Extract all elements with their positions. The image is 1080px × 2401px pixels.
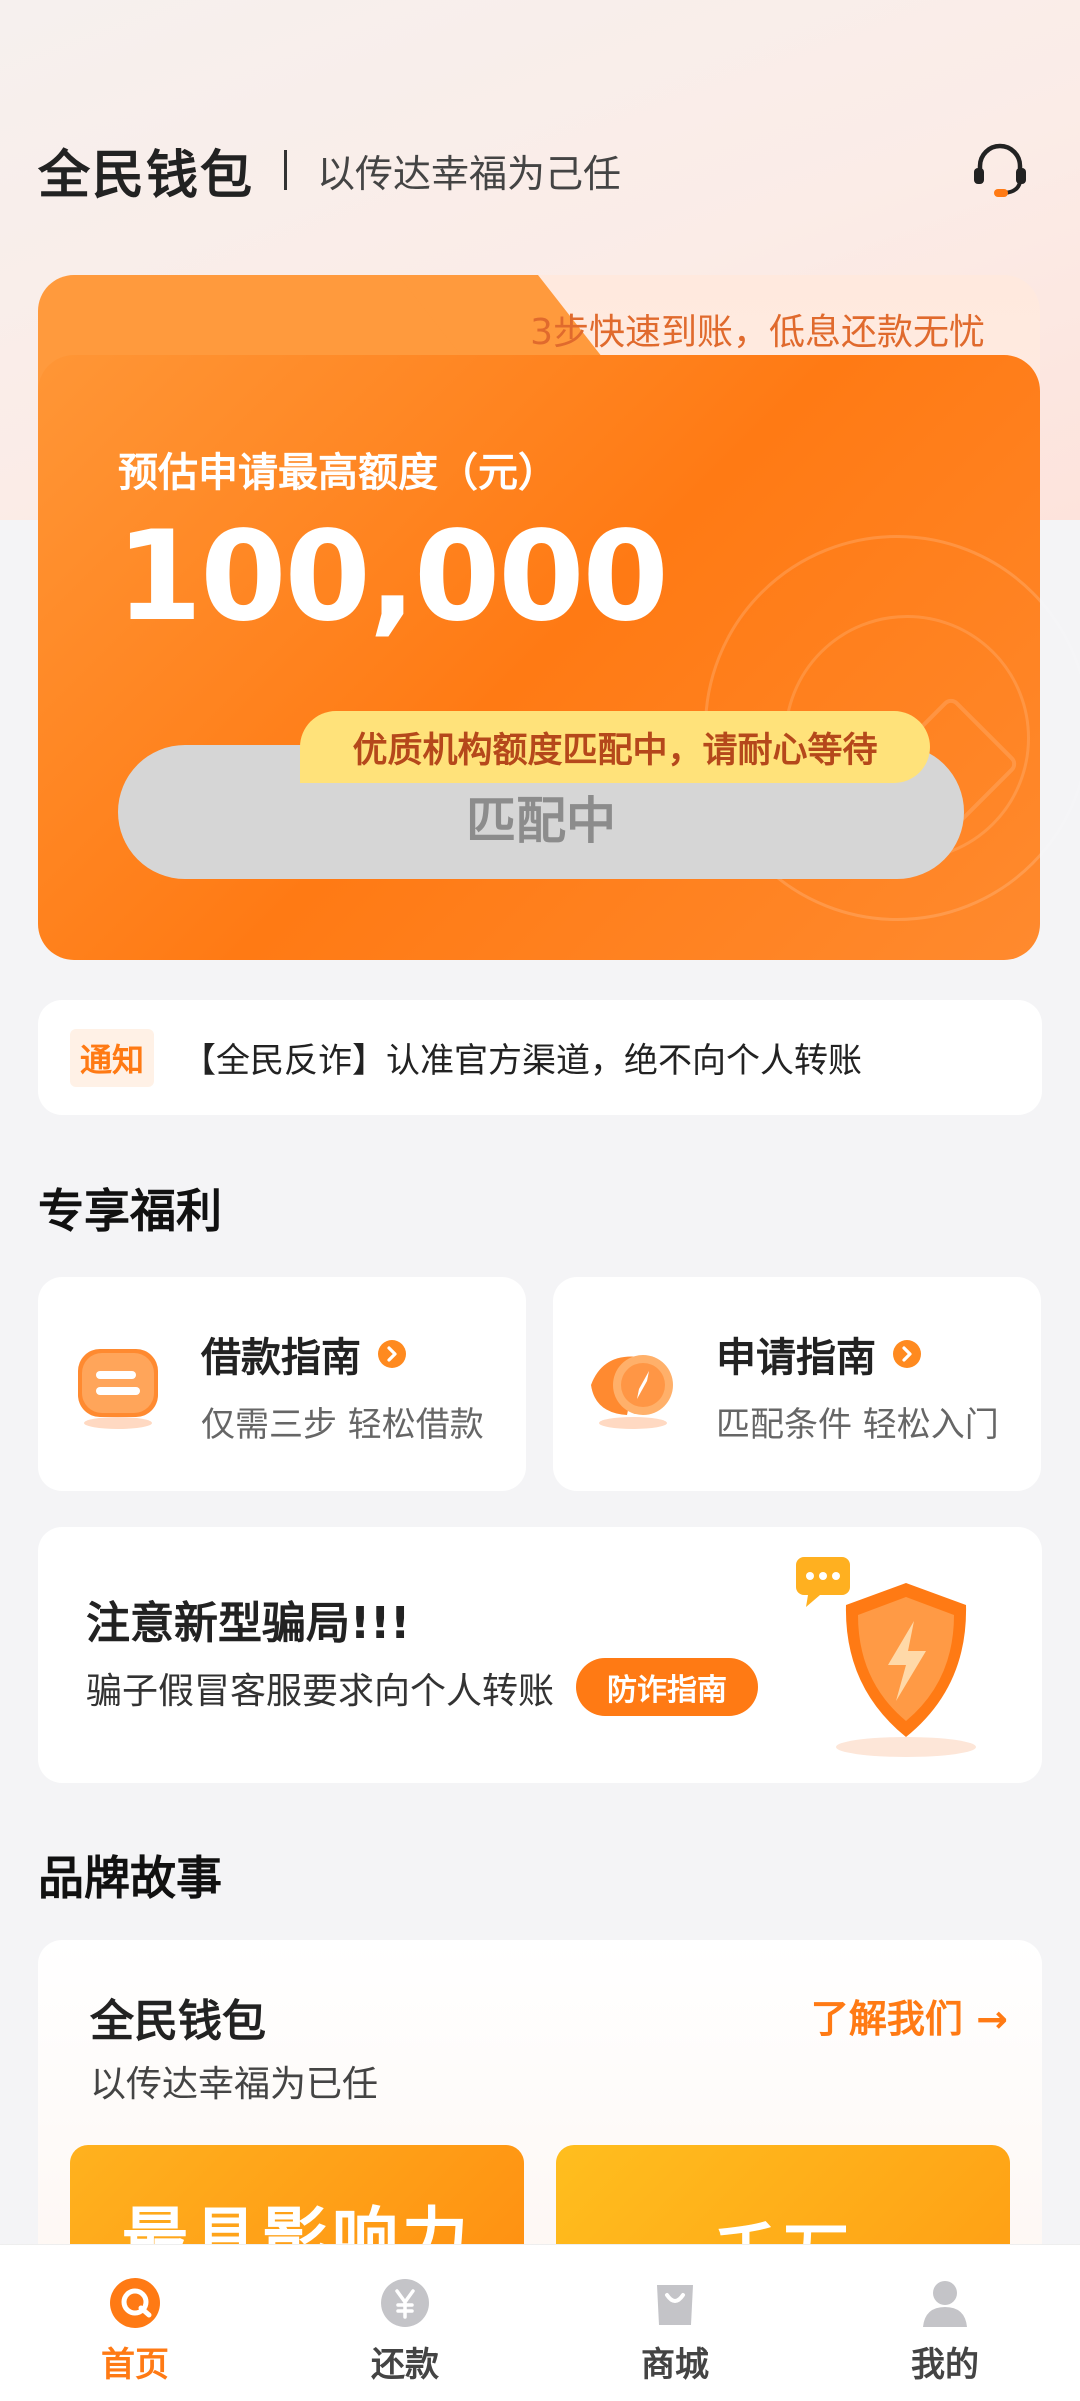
bottom-navigation: 首页 还款 商城 我的 [0,2244,1080,2401]
fraud-warning-title: 注意新型骗局!!! [86,1598,411,1649]
apply-guide-title: 申请指南 [716,1325,922,1383]
loan-guide-card[interactable]: 借款指南 仅需三步 轻松借款 [38,1277,526,1491]
user-icon [923,2281,967,2327]
fraud-warning-desc: 骗子假冒客服要求向个人转账 [86,1671,555,1712]
apply-guide-title-text: 申请指南 [716,1335,876,1381]
notice-text: 【全民反诈】认准官方渠道，绝不向个人转账 [182,1041,863,1081]
apply-guide-card[interactable]: 申请指南 匹配条件 轻松入门 [553,1277,1041,1491]
nav-repay[interactable]: 还款 [270,2245,540,2401]
nav-mall-label: 商城 [641,2345,709,2385]
notice-bar[interactable]: 通知 【全民反诈】认准官方渠道，绝不向个人转账 [38,1000,1042,1115]
card-tagline: 3步快速到账，低息还款无忧 [530,312,985,353]
brand-name: 全民钱包 [38,145,255,206]
anti-fraud-guide-button[interactable]: 防诈指南 [576,1658,758,1716]
brand-story-section-title: 品牌故事 [38,1851,222,1905]
loan-guide-title-text: 借款指南 [201,1335,361,1381]
nav-mine-label: 我的 [911,2345,979,2385]
limit-label: 预估申请最高额度（元） [118,450,558,496]
compass-guide-icon [591,1355,673,1429]
loan-guide-icon [78,1349,158,1429]
notice-badge: 通知 [70,1028,155,1087]
loan-guide-title: 借款指南 [201,1325,407,1383]
benefits-section-title: 专享福利 [38,1184,222,1238]
brand-slogan: 以传达幸福为己任 [317,151,622,196]
home-icon [110,2278,160,2328]
nav-home-label: 首页 [101,2345,169,2385]
brand-story-subtitle: 以传达幸福为已任 [90,2064,379,2105]
loan-guide-subtitle: 仅需三步 轻松借款 [201,1405,484,1445]
chevron-right-circle-icon [378,1340,406,1368]
apply-guide-subtitle: 匹配条件 轻松入门 [716,1405,999,1445]
nav-repay-label: 还款 [371,2345,439,2385]
shield-lightning-icon [796,1557,976,1757]
chevron-right-circle-icon [893,1340,921,1368]
nav-mine[interactable]: 我的 [810,2245,1080,2401]
nav-home[interactable]: 首页 [0,2245,270,2401]
matching-tip-bubble: 优质机构额度匹配中，请耐心等待 [300,711,930,783]
about-us-link[interactable]: 了解我们 → [811,1988,1008,2043]
customer-service-icon[interactable] [968,138,1032,202]
app-header: 全民钱包 以传达幸福为己任 [38,130,1042,210]
yen-coin-icon [381,2279,429,2327]
fraud-warning-card[interactable]: 注意新型骗局!!! 骗子假冒客服要求向个人转账 防诈指南 [38,1527,1042,1783]
header-divider [284,150,288,190]
nav-mall[interactable]: 商城 [540,2245,810,2401]
limit-amount: 100,000 [116,505,669,649]
brand-story-title: 全民钱包 [90,1996,266,2047]
loan-limit-card: 3步快速到账，低息还款无忧 预估申请最高额度（元） 100,000 匹配中 优质… [38,275,1080,960]
shopping-bag-icon [657,2285,693,2325]
